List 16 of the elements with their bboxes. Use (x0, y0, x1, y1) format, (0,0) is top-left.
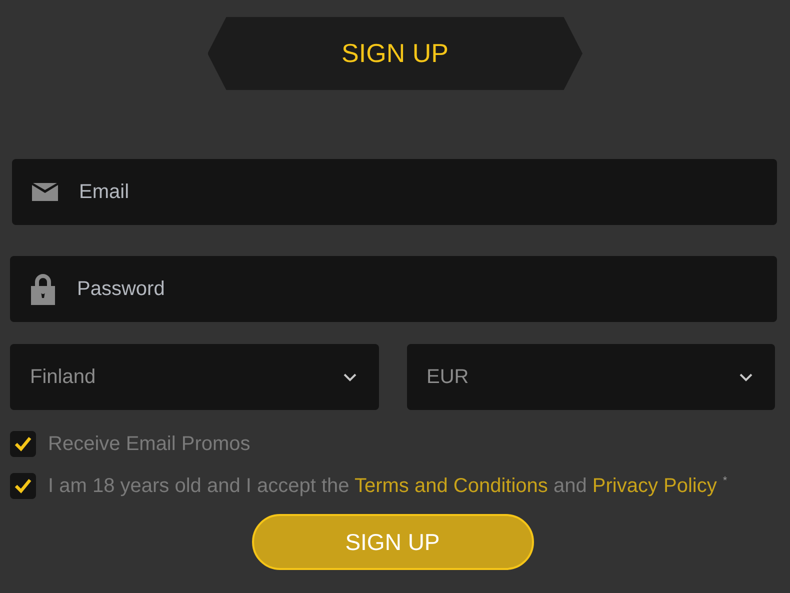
input-field[interactable]: Password (10, 256, 777, 322)
check-icon (14, 478, 32, 494)
chevron-down-icon (342, 372, 356, 382)
check-icon (14, 436, 32, 452)
required-mark: * (722, 474, 728, 487)
chevron-down-icon (739, 372, 753, 382)
checkbox-label: Receive Email Promos (48, 432, 250, 456)
dropdown[interactable]: EUR (406, 344, 775, 410)
title: SIGN UP (342, 38, 448, 69)
input-field[interactable]: Email (12, 159, 777, 225)
terms-link[interactable]: Terms and Conditions (354, 474, 548, 496)
checkbox[interactable] (10, 473, 36, 499)
consent-text: I am 18 years old and I accept the Terms and Conditions and Privacy Policy $^{*}$ (48, 474, 728, 498)
checkbox[interactable] (10, 431, 36, 457)
privacy-link[interactable]: Privacy Policy (592, 474, 717, 496)
dropdown[interactable]: Finland (10, 344, 378, 410)
